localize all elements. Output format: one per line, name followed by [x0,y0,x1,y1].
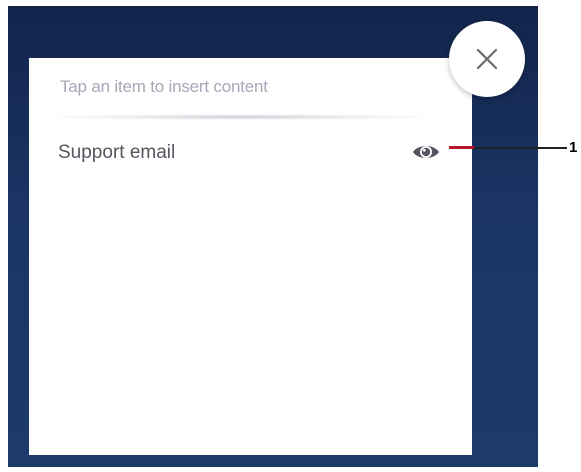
callout-number: 1 [569,139,578,156]
close-icon [476,48,498,70]
panel-hint-text: Tap an item to insert content [60,77,268,96]
insert-content-panel: Tap an item to insert content Support em… [29,58,472,455]
eye-icon[interactable] [412,141,440,163]
close-button[interactable] [449,21,525,97]
callout-line [449,146,567,149]
list-item-label: Support email [58,142,176,163]
panel-divider [51,114,431,120]
screenshot-stage: Tap an item to insert content Support em… [0,0,581,472]
list-item-support-email[interactable]: Support email [29,136,472,170]
